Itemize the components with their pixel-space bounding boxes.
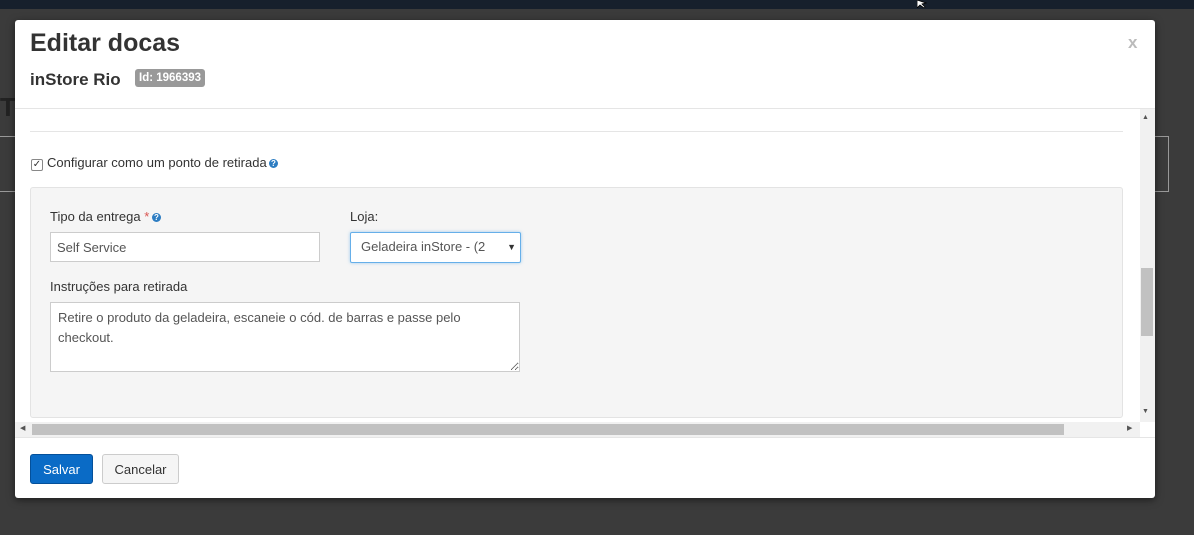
delivery-type-label-text: Tipo da entrega [50, 209, 141, 224]
pickup-point-checkbox-label: Configurar como um ponto de retirada [47, 155, 267, 170]
scroll-up-icon[interactable]: ▲ [1142, 114, 1149, 121]
required-asterisk: * [144, 209, 150, 224]
delivery-type-input[interactable] [50, 232, 320, 262]
horizontal-scrollbar-thumb[interactable] [32, 424, 1064, 435]
id-badge: Id: 1966393 [135, 69, 206, 87]
store-select-value: Geladeira inStore - (2 [361, 239, 486, 254]
divider [30, 131, 1123, 132]
save-button[interactable]: Salvar [30, 454, 93, 484]
modal-footer: Salvar Cancelar [15, 437, 1155, 498]
background-panel-right [1154, 136, 1169, 192]
background-page-heading: T [0, 92, 16, 122]
pickup-settings-panel: Tipo da entrega * ? Loja: Geladeira inSt… [30, 187, 1123, 418]
close-button[interactable]: x [1128, 33, 1137, 53]
pickup-point-checkbox[interactable]: ✓ [31, 159, 43, 171]
scroll-down-icon[interactable]: ▼ [1142, 408, 1149, 415]
instructions-label: Instruções para retirada [50, 279, 188, 294]
mouse-cursor-icon [917, 0, 927, 8]
modal-header: Editar docas x inStore Rio Id: 1966393 [15, 20, 1155, 109]
scroll-left-icon[interactable]: ◀ [20, 424, 25, 432]
scroll-right-icon[interactable]: ▶ [1127, 424, 1132, 432]
delivery-type-label: Tipo da entrega * [50, 209, 149, 224]
modal-title: Editar docas [30, 29, 181, 57]
store-select[interactable]: Geladeira inStore - (2 ▼ [350, 232, 521, 263]
store-name: inStore Rio [30, 70, 121, 89]
pickup-help-icon[interactable]: ? [269, 159, 278, 168]
edit-dock-modal: Editar docas x inStore Rio Id: 1966393 ✓… [15, 20, 1155, 498]
delivery-type-help-icon[interactable]: ? [152, 213, 161, 222]
store-label: Loja: [350, 209, 379, 224]
cancel-button[interactable]: Cancelar [102, 454, 179, 484]
instructions-textarea[interactable]: Retire o produto da geladeira, escaneie … [50, 302, 520, 372]
modal-body: ✓ Configurar como um ponto de retirada ?… [15, 109, 1140, 422]
vertical-scrollbar[interactable] [1140, 109, 1155, 422]
vertical-scrollbar-thumb[interactable] [1141, 268, 1153, 336]
dropdown-arrow-icon: ▼ [507, 242, 516, 252]
app-top-bar [0, 0, 1194, 9]
